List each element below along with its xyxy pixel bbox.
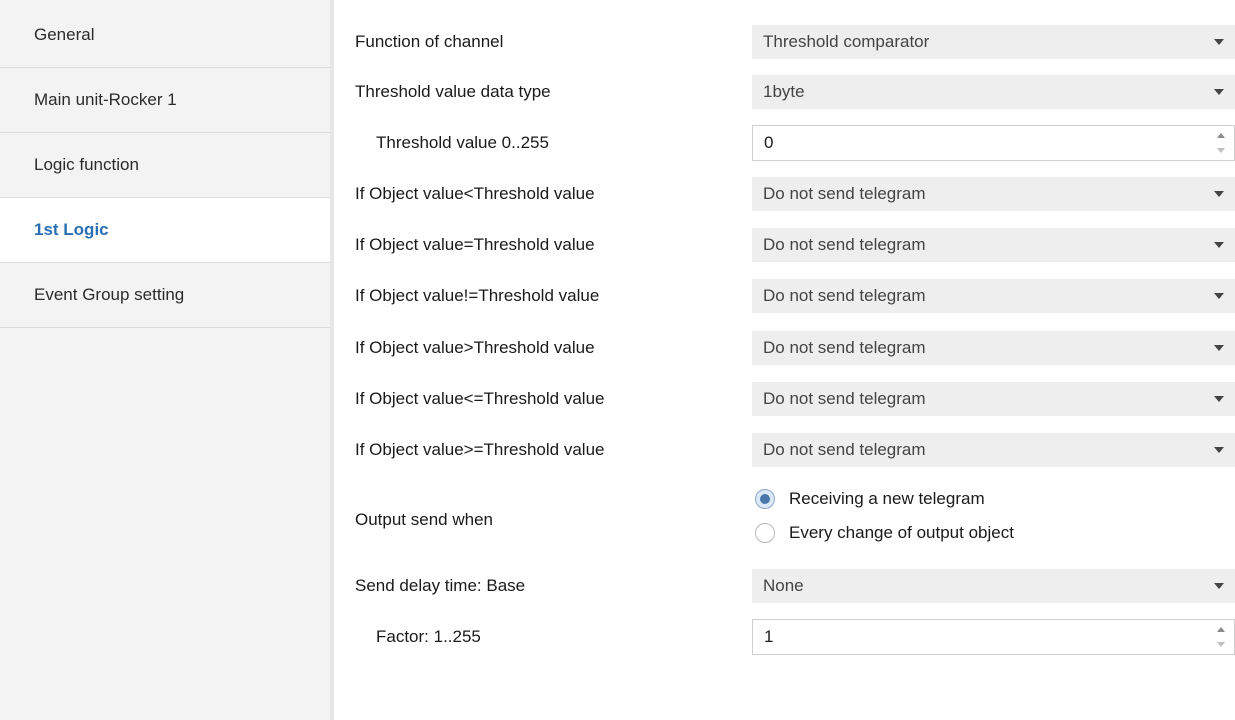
send-delay-base-label: Send delay time: Base: [355, 576, 526, 595]
spinner-down-icon[interactable]: [1217, 642, 1225, 647]
factor-label: Factor: 1..255: [376, 627, 481, 646]
select-value: Do not send telegram: [763, 184, 926, 203]
sidebar-item-label: Main unit-Rocker 1: [34, 90, 177, 109]
input-value: 0: [764, 133, 774, 152]
sidebar-item-event-group-setting[interactable]: Event Group setting: [0, 263, 330, 328]
sidebar-item-label: Event Group setting: [34, 285, 185, 304]
sidebar-item-label: General: [34, 25, 95, 44]
threshold-data-type-select[interactable]: 1byte: [752, 75, 1235, 109]
spinner-arrows-icon[interactable]: [1216, 133, 1226, 153]
radio-option-every-change[interactable]: Every change of output object: [752, 518, 1014, 548]
if-greater-equal-select[interactable]: Do not send telegram: [752, 433, 1235, 467]
sidebar-item-label: 1st Logic: [34, 220, 109, 239]
dropdown-caret-icon: [1214, 345, 1224, 351]
sidebar-item-general[interactable]: General: [0, 3, 330, 68]
dropdown-caret-icon: [1214, 447, 1224, 453]
if-less-select[interactable]: Do not send telegram: [752, 177, 1235, 211]
select-value: None: [763, 576, 804, 595]
radio-label: Every change of output object: [789, 523, 1014, 542]
if-less-equal-select[interactable]: Do not send telegram: [752, 382, 1235, 416]
radio-label: Receiving a new telegram: [789, 489, 985, 508]
sidebar: General Main unit-Rocker 1 Logic functio…: [0, 0, 334, 720]
if-less-label: If Object value<Threshold value: [355, 184, 595, 203]
select-value: Do not send telegram: [763, 338, 926, 357]
select-value: Do not send telegram: [763, 440, 926, 459]
dropdown-caret-icon: [1214, 242, 1224, 248]
function-of-channel-label: Function of channel: [355, 32, 504, 51]
input-value: 1: [764, 627, 774, 646]
select-value: Do not send telegram: [763, 389, 926, 408]
spinner-down-icon[interactable]: [1217, 148, 1225, 153]
sidebar-item-label: Logic function: [34, 155, 139, 174]
select-value: 1byte: [763, 82, 805, 101]
send-delay-base-select[interactable]: None: [752, 569, 1235, 603]
function-of-channel-select[interactable]: Threshold comparator: [752, 25, 1235, 59]
spinner-arrows-icon[interactable]: [1216, 627, 1226, 647]
sidebar-divider: [330, 0, 334, 720]
sidebar-item-1st-logic[interactable]: 1st Logic: [0, 198, 334, 263]
sidebar-item-main-unit-rocker-1[interactable]: Main unit-Rocker 1: [0, 68, 330, 133]
radio-icon[interactable]: [755, 489, 775, 509]
select-value: Do not send telegram: [763, 286, 926, 305]
spinner-up-icon[interactable]: [1217, 133, 1225, 138]
threshold-data-type-label: Threshold value data type: [355, 82, 551, 101]
dropdown-caret-icon: [1214, 396, 1224, 402]
if-not-equal-select[interactable]: Do not send telegram: [752, 279, 1235, 313]
output-send-when-label: Output send when: [355, 510, 493, 529]
dropdown-caret-icon: [1214, 191, 1224, 197]
dropdown-caret-icon: [1214, 583, 1224, 589]
radio-icon[interactable]: [755, 523, 775, 543]
threshold-value-label: Threshold value 0..255: [376, 133, 549, 152]
if-greater-select[interactable]: Do not send telegram: [752, 331, 1235, 365]
if-equal-label: If Object value=Threshold value: [355, 235, 595, 254]
select-value: Threshold comparator: [763, 32, 930, 51]
if-greater-label: If Object value>Threshold value: [355, 338, 595, 357]
threshold-value-input[interactable]: 0: [752, 125, 1235, 161]
select-value: Do not send telegram: [763, 235, 926, 254]
dropdown-caret-icon: [1214, 89, 1224, 95]
dropdown-caret-icon: [1214, 39, 1224, 45]
if-less-equal-label: If Object value<=Threshold value: [355, 389, 605, 408]
if-equal-select[interactable]: Do not send telegram: [752, 228, 1235, 262]
if-not-equal-label: If Object value!=Threshold value: [355, 286, 600, 305]
spinner-up-icon[interactable]: [1217, 627, 1225, 632]
sidebar-item-logic-function[interactable]: Logic function: [0, 133, 330, 198]
dropdown-caret-icon: [1214, 293, 1224, 299]
if-greater-equal-label: If Object value>=Threshold value: [355, 440, 605, 459]
factor-input[interactable]: 1: [752, 619, 1235, 655]
radio-option-receiving-new-telegram[interactable]: Receiving a new telegram: [752, 484, 985, 514]
